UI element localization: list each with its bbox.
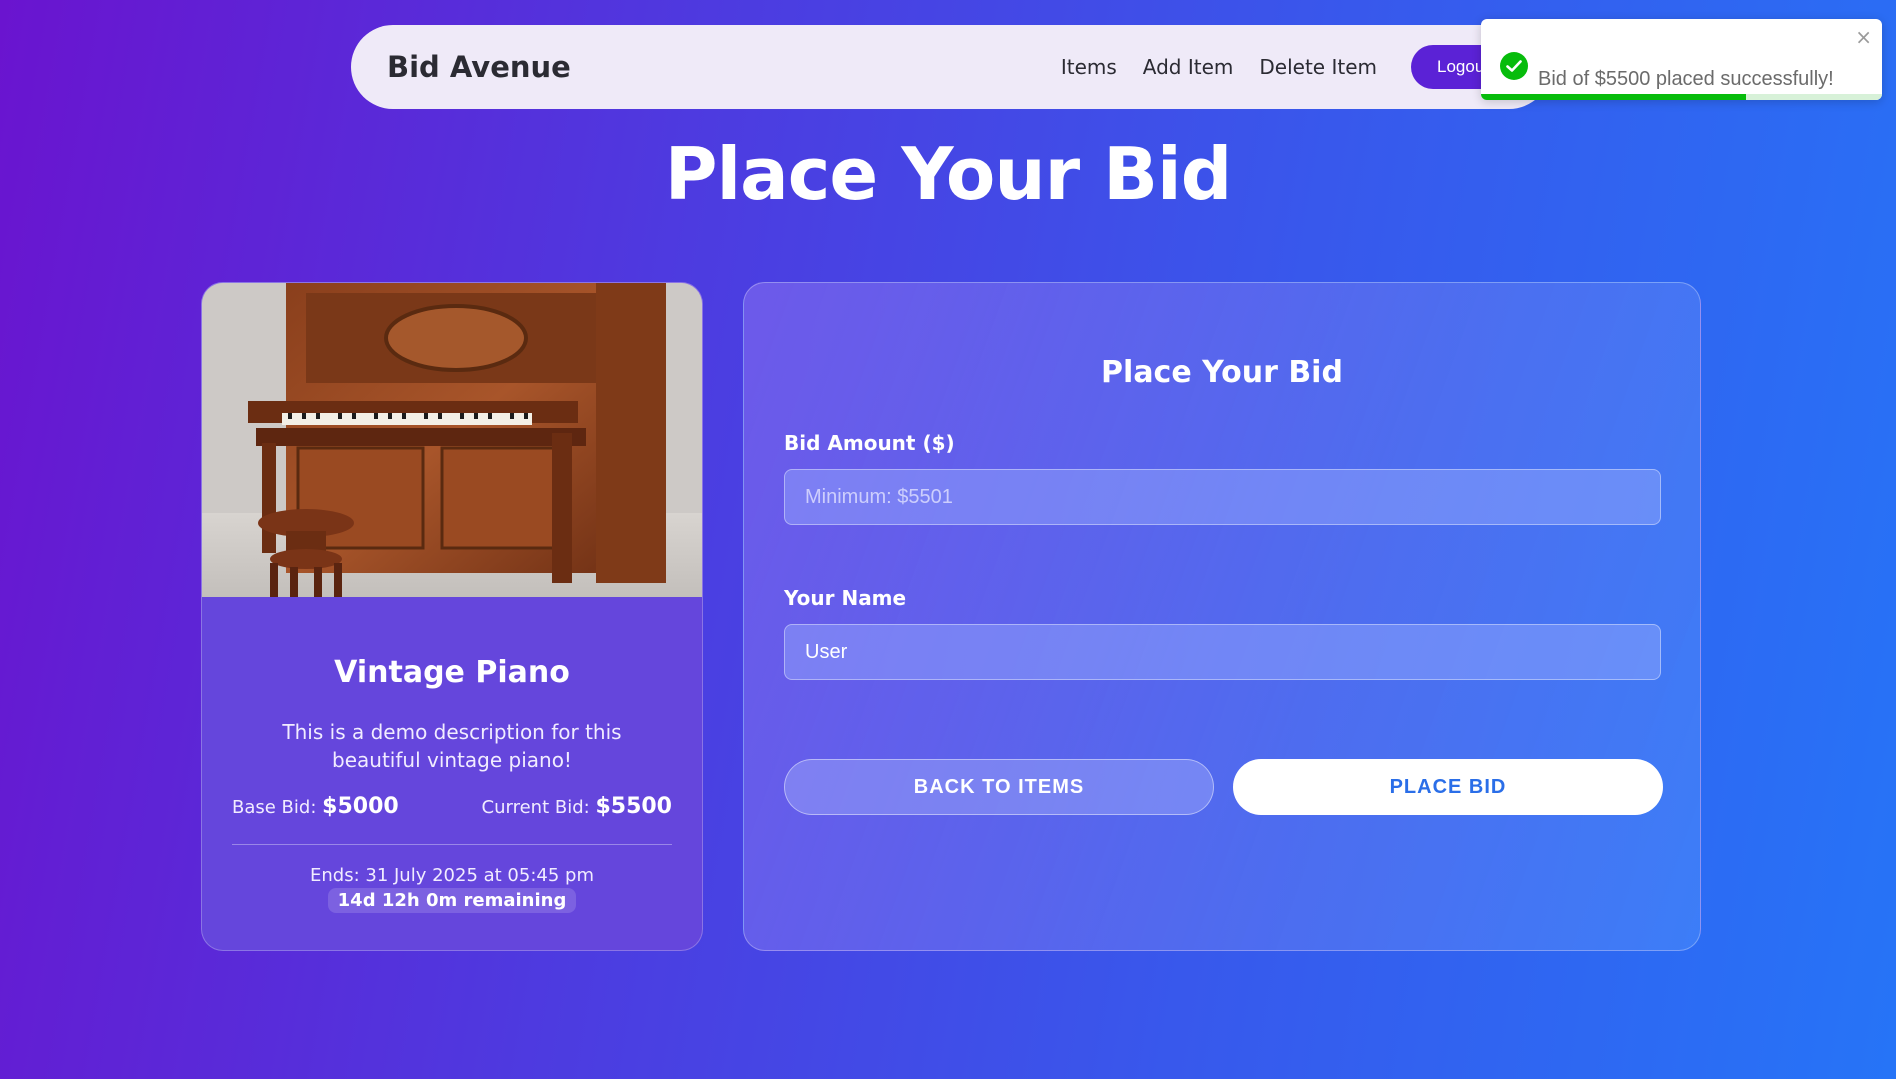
- navbar: Bid Avenue Items Add Item Delete Item Lo…: [351, 25, 1551, 109]
- current-bid: Current Bid: $5500: [482, 794, 672, 819]
- place-bid-button[interactable]: PLACE BID: [1233, 759, 1663, 815]
- brand-logo[interactable]: Bid Avenue: [387, 50, 571, 84]
- base-bid: Base Bid: $5000: [232, 794, 399, 819]
- toast-progress-bar: [1481, 94, 1746, 100]
- bid-amount-input[interactable]: [784, 469, 1661, 525]
- nav-link-items[interactable]: Items: [1061, 55, 1117, 79]
- page-title: Place Your Bid: [664, 132, 1233, 216]
- back-to-items-button[interactable]: BACK TO ITEMS: [784, 759, 1214, 815]
- nav-link-delete-item[interactable]: Delete Item: [1259, 55, 1377, 79]
- item-description: This is a demo description for this beau…: [282, 720, 622, 772]
- item-image: [202, 283, 702, 597]
- your-name-label: Your Name: [784, 586, 907, 610]
- time-remaining-badge: 14d 12h 0m remaining: [327, 888, 577, 913]
- base-bid-value: $5000: [322, 794, 399, 819]
- bid-form-title: Place Your Bid: [1101, 355, 1343, 390]
- item-title: Vintage Piano: [334, 655, 570, 690]
- base-bid-label: Base Bid:: [232, 797, 317, 818]
- bid-amount-label: Bid Amount ($): [784, 431, 955, 455]
- your-name-input[interactable]: [784, 624, 1661, 680]
- toast-progress-track: [1481, 94, 1882, 100]
- current-bid-value: $5500: [595, 794, 672, 819]
- success-toast: Bid of $5500 placed successfully! ×: [1481, 19, 1882, 100]
- nav-links: Items Add Item Delete Item Logout: [1061, 45, 1515, 89]
- bid-form-panel: Place Your Bid Bid Amount ($) Your Name …: [743, 282, 1701, 951]
- close-icon[interactable]: ×: [1855, 25, 1872, 49]
- current-bid-label: Current Bid:: [481, 797, 590, 818]
- item-card: Vintage Piano This is a demo description…: [201, 282, 703, 951]
- nav-link-add-item[interactable]: Add Item: [1143, 55, 1234, 79]
- divider: [232, 844, 672, 845]
- check-circle-icon: [1500, 52, 1528, 80]
- toast-message: Bid of $5500 placed successfully!: [1538, 68, 1834, 90]
- bid-info-row: Base Bid: $5000 Current Bid: $5500: [232, 794, 672, 819]
- auction-end-time: Ends: 31 July 2025 at 05:45 pm: [310, 865, 594, 886]
- item-body: Vintage Piano This is a demo description…: [202, 655, 702, 913]
